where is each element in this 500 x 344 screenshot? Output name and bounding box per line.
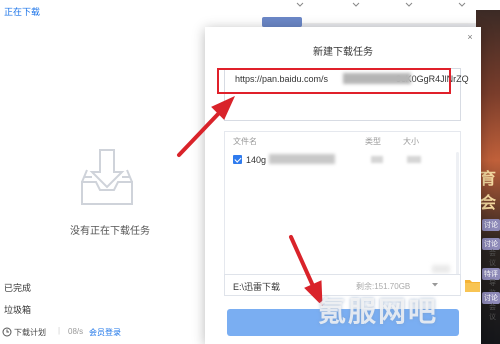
column-header-size[interactable]: 大小 [403,136,419,147]
column-header-type[interactable]: 类型 [365,136,381,147]
chevron-down-icon[interactable] [296,2,304,8]
file-name: 140g [246,155,267,165]
redacted-region [407,156,421,163]
redacted-region [371,156,383,163]
clock-icon [2,327,12,337]
tab-downloading[interactable]: 正在下载 [4,5,40,18]
url-input[interactable]: https://pan.baidu.com/s 9cK0GgR4JlNrZQ [224,68,469,121]
download-speed: 08/s [68,327,84,336]
close-icon[interactable]: × [466,33,474,42]
dialog-title: 新建下载任务 [313,47,373,58]
chevron-down-icon[interactable] [431,282,439,288]
chevron-down-icon[interactable] [458,2,466,8]
chevron-down-icon[interactable] [352,2,360,8]
sidebar-item-trash[interactable]: 垃圾箱 [4,303,31,316]
file-row[interactable]: 140g [225,150,462,170]
side-tag-text: 会议 [489,304,496,321]
url-prefix: https://pan.baidu.com/s [235,74,329,84]
redacted-region [432,265,450,273]
redacted-region [343,73,411,84]
empty-state-message: 没有正在下载任务 [70,226,150,237]
side-tag-text: 会议 [489,250,496,267]
status-separator: | [58,326,61,335]
empty-inbox-icon [81,149,133,205]
file-checkbox[interactable] [233,155,242,164]
side-tag-badge: 讨论 [482,219,500,231]
member-login-link[interactable]: 会员登录 [89,327,121,338]
thumbnail-item[interactable] [262,17,302,27]
chevron-down-icon[interactable] [405,2,413,8]
thumbnail-strip [262,0,500,27]
poster-caption: 育会 [480,171,497,212]
watermark-text: 氪服网吧 [318,296,439,327]
redacted-region [269,154,335,164]
file-list-scrollbar[interactable] [456,152,459,280]
file-list-header: 文件名 类型 大小 [225,132,462,149]
sidebar-item-completed[interactable]: 已完成 [4,281,31,294]
folder-icon[interactable] [464,274,481,296]
column-header-name[interactable]: 文件名 [233,136,257,147]
file-list: 文件名 类型 大小 140g [224,131,461,286]
download-plan-button[interactable]: 下载计划 [14,327,46,338]
save-path-value: E:\迅雷下载 [233,282,281,292]
